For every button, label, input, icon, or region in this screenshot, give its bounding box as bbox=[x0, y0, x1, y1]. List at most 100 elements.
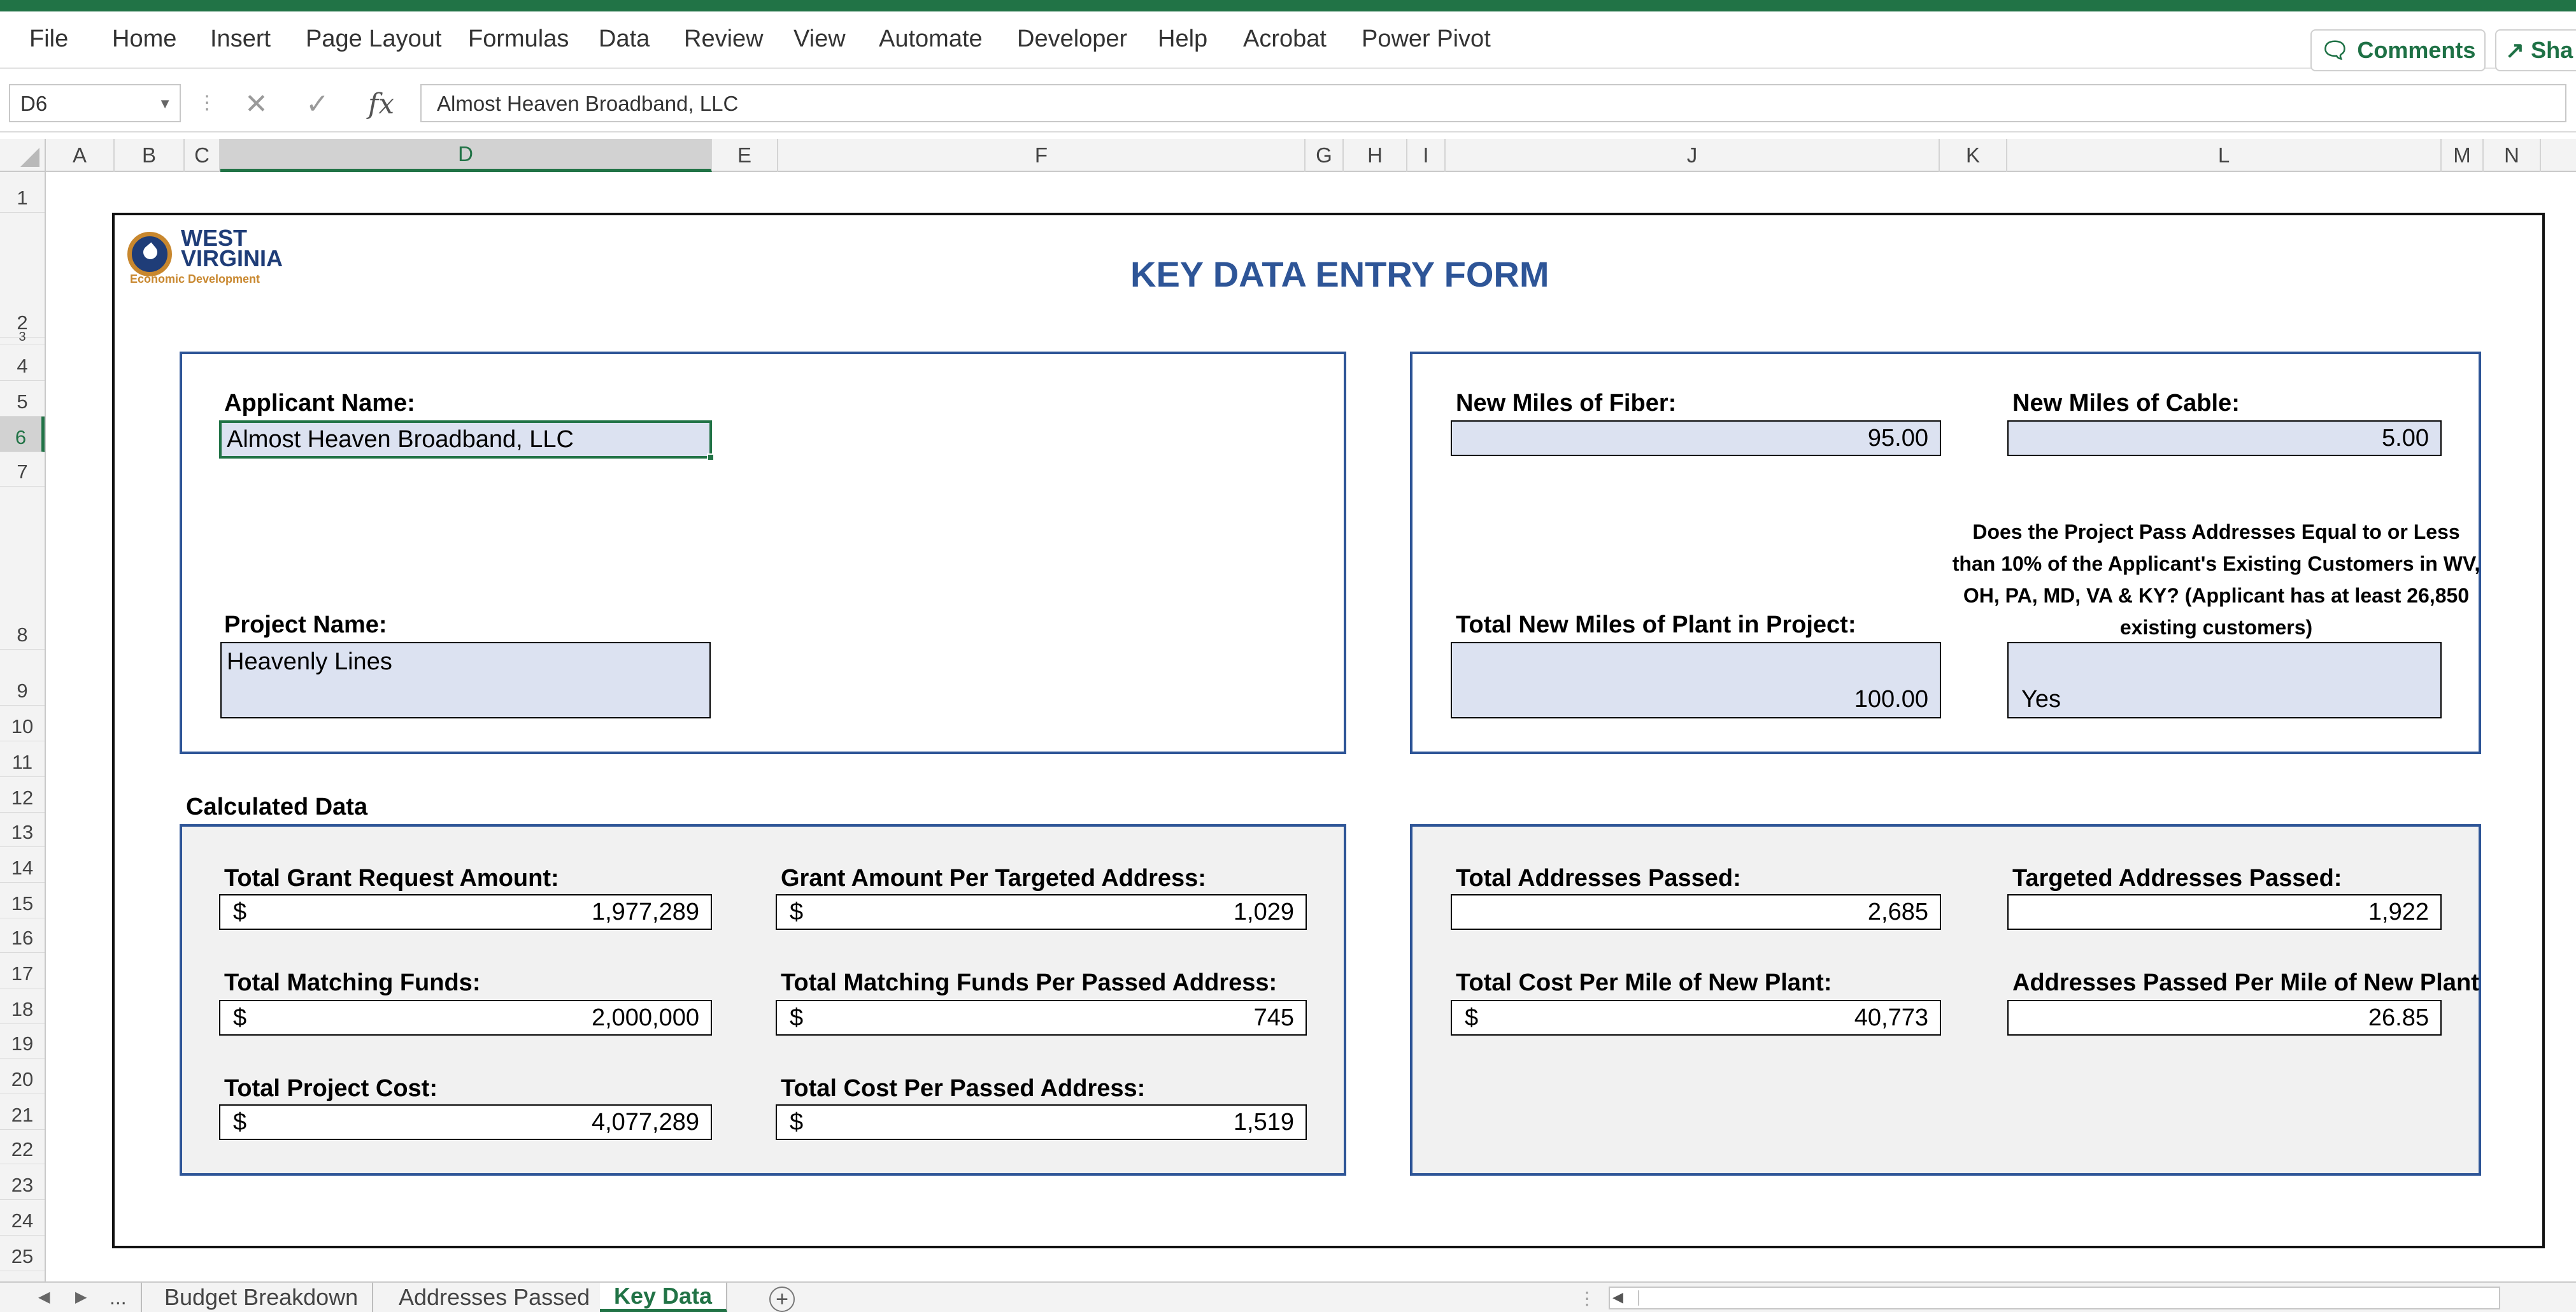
row-header-23[interactable]: 23 bbox=[0, 1164, 45, 1200]
formula-input[interactable]: Almost Heaven Broadband, LLC bbox=[420, 84, 2566, 122]
share-icon: ↗ bbox=[2505, 37, 2525, 63]
total-miles-value: 100.00 bbox=[1854, 686, 1928, 713]
row-header-12[interactable]: 12 bbox=[0, 777, 45, 813]
row-header-13[interactable]: 13 bbox=[0, 813, 45, 847]
row-header-25[interactable]: 25 bbox=[0, 1236, 45, 1271]
row-header-9[interactable]: 9 bbox=[0, 650, 45, 706]
menu-home[interactable]: Home bbox=[112, 25, 176, 53]
row-header-3[interactable]: 3 bbox=[0, 330, 45, 345]
column-header-c[interactable]: C bbox=[185, 139, 220, 172]
scroll-left-icon[interactable]: ◀ bbox=[1612, 1289, 1623, 1306]
column-header-n[interactable]: N bbox=[2484, 139, 2541, 172]
cost-per-mile-value: 40,773 bbox=[1854, 1004, 1928, 1031]
column-header-e[interactable]: E bbox=[712, 139, 778, 172]
menu-page-layout[interactable]: Page Layout bbox=[306, 25, 441, 53]
scroll-tabs-left-icon[interactable]: ◀ bbox=[38, 1288, 50, 1306]
share-button[interactable]: ↗ Sha bbox=[2495, 29, 2576, 71]
tab-addresses-passed[interactable]: Addresses Passed bbox=[385, 1283, 606, 1312]
fiber-miles-cell[interactable]: 95.00 bbox=[1451, 420, 1941, 456]
row-header-15[interactable]: 15 bbox=[0, 883, 45, 918]
column-header-b[interactable]: B bbox=[115, 139, 185, 172]
comment-icon: 🗨 bbox=[2320, 37, 2350, 63]
scrollbar-thumb[interactable] bbox=[1638, 1290, 2491, 1306]
menu-developer[interactable]: Developer bbox=[1017, 25, 1127, 53]
row-header-4[interactable]: 4 bbox=[0, 345, 45, 381]
chevron-down-icon[interactable]: ▼ bbox=[158, 96, 172, 112]
row-header-2[interactable]: 2 bbox=[0, 213, 45, 338]
cancel-icon[interactable]: ✕ bbox=[245, 88, 268, 120]
fill-handle[interactable] bbox=[707, 453, 715, 461]
column-headers: A B C D E F G H I J K L M N bbox=[0, 139, 2576, 172]
column-header-g[interactable]: G bbox=[1306, 139, 1344, 172]
row-header-20[interactable]: 20 bbox=[0, 1059, 45, 1094]
name-box[interactable]: D6 ▼ bbox=[9, 84, 181, 122]
menu-help[interactable]: Help bbox=[1158, 25, 1207, 53]
enter-check-icon[interactable]: ✓ bbox=[306, 88, 329, 120]
row-header-24[interactable]: 24 bbox=[0, 1200, 45, 1236]
grant-per-address-cell[interactable]: $ 1,029 bbox=[776, 894, 1307, 930]
more-options-icon[interactable]: ⋮ bbox=[197, 92, 217, 114]
row-header-16[interactable]: 16 bbox=[0, 918, 45, 953]
matching-funds-cell[interactable]: $ 2,000,000 bbox=[219, 1000, 712, 1036]
row-header-18[interactable]: 18 bbox=[0, 988, 45, 1024]
column-header-d[interactable]: D bbox=[220, 139, 712, 172]
menu-view[interactable]: View bbox=[793, 25, 846, 53]
project-cost-cell[interactable]: $ 4,077,289 bbox=[219, 1104, 712, 1140]
applicant-name-cell[interactable]: Almost Heaven Broadband, LLC bbox=[219, 420, 715, 461]
menu-automate[interactable]: Automate bbox=[879, 25, 983, 53]
targeted-addresses-cell[interactable]: 1,922 bbox=[2007, 894, 2442, 930]
tab-split-handle[interactable]: ⋮ bbox=[1578, 1288, 1596, 1309]
row-header-14[interactable]: 14 bbox=[0, 847, 45, 883]
menu-review[interactable]: Review bbox=[684, 25, 764, 53]
menu-acrobat[interactable]: Acrobat bbox=[1243, 25, 1327, 53]
row-header-7[interactable]: 7 bbox=[0, 452, 45, 487]
column-header-k[interactable]: K bbox=[1940, 139, 2007, 172]
column-header-a[interactable]: A bbox=[46, 139, 115, 172]
project-name-cell[interactable]: Heavenly Lines bbox=[220, 642, 711, 718]
addresses-per-mile-cell[interactable]: 26.85 bbox=[2007, 1000, 2442, 1036]
column-header-j[interactable]: J bbox=[1446, 139, 1940, 172]
scroll-tabs-right-icon[interactable]: ▶ bbox=[75, 1288, 87, 1306]
cost-per-mile-cell[interactable]: $ 40,773 bbox=[1451, 1000, 1941, 1036]
menu-file[interactable]: File bbox=[29, 25, 68, 53]
insert-function-icon[interactable]: fx bbox=[368, 88, 394, 120]
cost-per-address-label: Total Cost Per Passed Address: bbox=[781, 1075, 1146, 1102]
row-header-17[interactable]: 17 bbox=[0, 953, 45, 988]
tab-budget-breakdown[interactable]: Budget Breakdown bbox=[150, 1283, 374, 1312]
row-header-8[interactable]: 8 bbox=[0, 487, 45, 650]
menu-insert[interactable]: Insert bbox=[210, 25, 271, 53]
row-header-11[interactable]: 11 bbox=[0, 741, 45, 777]
menu-power-pivot[interactable]: Power Pivot bbox=[1362, 25, 1491, 53]
more-sheets-tab[interactable]: ... bbox=[96, 1283, 142, 1312]
column-header-i[interactable]: I bbox=[1407, 139, 1446, 172]
currency-symbol: $ bbox=[233, 1004, 247, 1031]
row-headers: 1 2 3 4 5 6 7 8 9 10 11 12 13 14 15 16 1… bbox=[0, 172, 46, 1281]
comments-button[interactable]: 🗨 Comments bbox=[2310, 29, 2486, 71]
row-header-19[interactable]: 19 bbox=[0, 1024, 45, 1059]
customers-answer-cell[interactable]: Yes bbox=[2007, 642, 2442, 718]
select-all-corner[interactable] bbox=[0, 139, 46, 172]
row-header-10[interactable]: 10 bbox=[0, 706, 45, 741]
addresses-per-mile-value: 26.85 bbox=[2368, 1004, 2429, 1031]
horizontal-scrollbar[interactable]: ◀ bbox=[1609, 1287, 2500, 1309]
column-header-f[interactable]: F bbox=[778, 139, 1306, 172]
total-miles-cell[interactable]: 100.00 bbox=[1451, 642, 1941, 718]
addresses-passed-cell[interactable]: 2,685 bbox=[1451, 894, 1941, 930]
add-sheet-icon[interactable]: + bbox=[769, 1287, 795, 1312]
row-header-21[interactable]: 21 bbox=[0, 1094, 45, 1130]
menu-data[interactable]: Data bbox=[599, 25, 650, 53]
row-header-1[interactable]: 1 bbox=[0, 172, 45, 213]
matching-per-address-cell[interactable]: $ 745 bbox=[776, 1000, 1307, 1036]
column-header-l[interactable]: L bbox=[2007, 139, 2442, 172]
row-header-6[interactable]: 6 bbox=[0, 417, 45, 452]
cost-per-address-cell[interactable]: $ 1,519 bbox=[776, 1104, 1307, 1140]
column-header-h[interactable]: H bbox=[1344, 139, 1407, 172]
cable-miles-cell[interactable]: 5.00 bbox=[2007, 420, 2442, 456]
grant-request-cell[interactable]: $ 1,977,289 bbox=[219, 894, 712, 930]
menu-formulas[interactable]: Formulas bbox=[468, 25, 569, 53]
row-header-22[interactable]: 22 bbox=[0, 1130, 45, 1164]
column-header-m[interactable]: M bbox=[2442, 139, 2484, 172]
share-label: Sha bbox=[2531, 37, 2573, 63]
tab-key-data[interactable]: Key Data bbox=[600, 1283, 728, 1312]
row-header-5[interactable]: 5 bbox=[0, 381, 45, 417]
